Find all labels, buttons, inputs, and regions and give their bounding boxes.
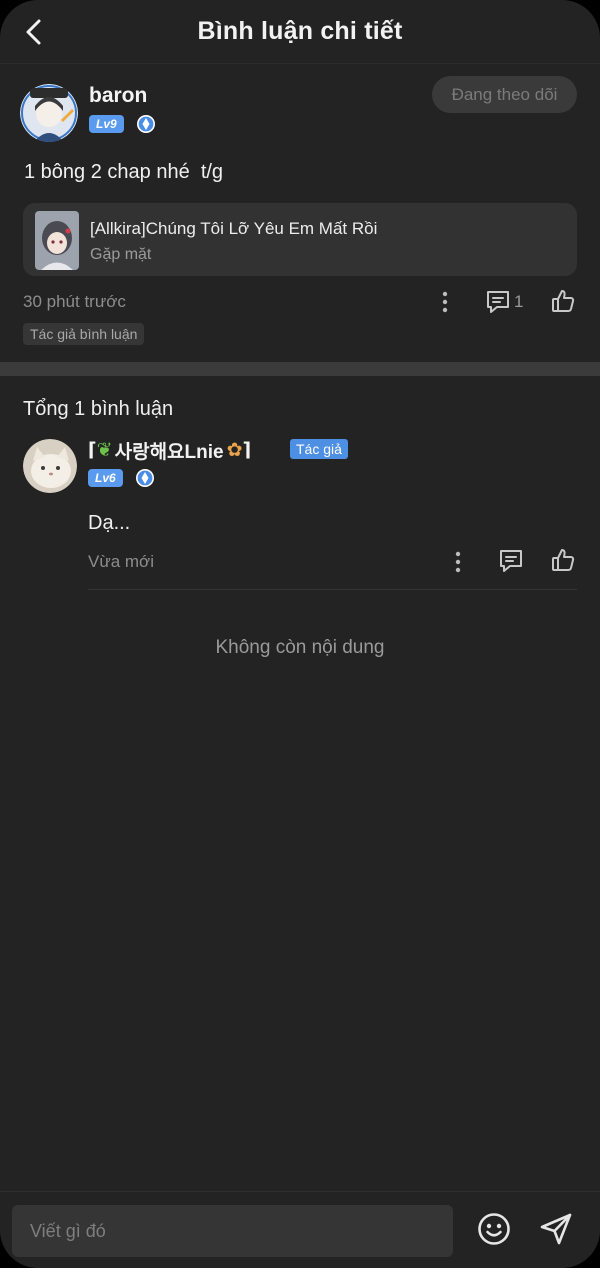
decoration-bracket-left: ⌈ — [88, 440, 97, 461]
decoration-bracket-right: ⌉ — [242, 440, 252, 461]
comment-input[interactable] — [12, 1205, 453, 1257]
level-badge: Lv9 — [89, 115, 124, 133]
comment-username-text: 사랑해요Lnie — [114, 442, 224, 463]
post-text: 1 bông 2 chap nhé t/g — [24, 161, 224, 183]
comment-total: Tổng 1 bình luận — [23, 398, 174, 420]
post-more-button[interactable] — [433, 288, 457, 316]
smiley-icon — [478, 1213, 510, 1245]
manga-cover-illustration — [35, 211, 79, 270]
comment-reply-button[interactable] — [497, 547, 525, 575]
comment-icon — [500, 550, 522, 572]
manga-title: [Allkira]Chúng Tôi Lỡ Yêu Em Mất Rồi — [90, 219, 378, 238]
verified-icon — [137, 115, 155, 133]
post-author-avatar[interactable] — [20, 84, 78, 142]
cat-avatar-illustration — [23, 439, 77, 493]
emoji-button[interactable] — [476, 1211, 512, 1247]
post-author-name[interactable]: baron — [89, 84, 147, 108]
post-reply-button[interactable] — [484, 288, 512, 316]
comment-divider — [88, 589, 577, 590]
send-button[interactable] — [538, 1211, 574, 1247]
more-vertical-icon — [455, 551, 461, 573]
post-like-button[interactable] — [549, 286, 577, 316]
comment-like-button[interactable] — [549, 545, 577, 575]
comment-composer — [0, 1191, 600, 1268]
manga-chapter: Gặp mặt — [90, 246, 152, 263]
comment-avatar[interactable] — [23, 439, 77, 493]
comment-detail-screen: Bình luận chi tiết baron Lv9 Đang theo d… — [0, 0, 600, 1268]
flower-emoji-icon: ✿ — [226, 440, 243, 461]
section-separator — [0, 362, 600, 376]
author-comment-tag: Tác giả bình luận — [23, 323, 145, 345]
comment-more-button[interactable] — [446, 548, 470, 576]
header: Bình luận chi tiết — [0, 0, 600, 64]
leaf-emoji-icon: ❦ — [96, 440, 113, 461]
author-badge: Tác giả — [290, 439, 348, 459]
page-title: Bình luận chi tiết — [197, 17, 403, 45]
avatar-illustration — [20, 84, 78, 142]
comment-timestamp: Vừa mới — [88, 552, 154, 571]
verified-icon — [136, 469, 154, 487]
send-icon — [540, 1213, 572, 1245]
comment-username[interactable]: ⌈ ❦ 사랑해요Lnie ✿ ⌉ — [88, 437, 251, 464]
thumbs-up-icon — [552, 549, 575, 571]
reply-count: 1 — [514, 292, 524, 311]
end-of-list-note: Không còn nội dung — [215, 637, 385, 658]
manga-cover — [35, 211, 79, 270]
more-vertical-icon — [442, 291, 448, 313]
comment-level-badge: Lv6 — [88, 469, 123, 487]
comment-text: Dạ... — [88, 512, 131, 534]
thumbs-up-icon — [552, 290, 575, 312]
following-button[interactable]: Đang theo dõi — [432, 76, 577, 113]
comment-icon — [487, 291, 509, 313]
post-timestamp: 30 phút trước — [23, 292, 126, 311]
manga-card[interactable]: [Allkira]Chúng Tôi Lỡ Yêu Em Mất Rồi Gặp… — [23, 203, 577, 276]
